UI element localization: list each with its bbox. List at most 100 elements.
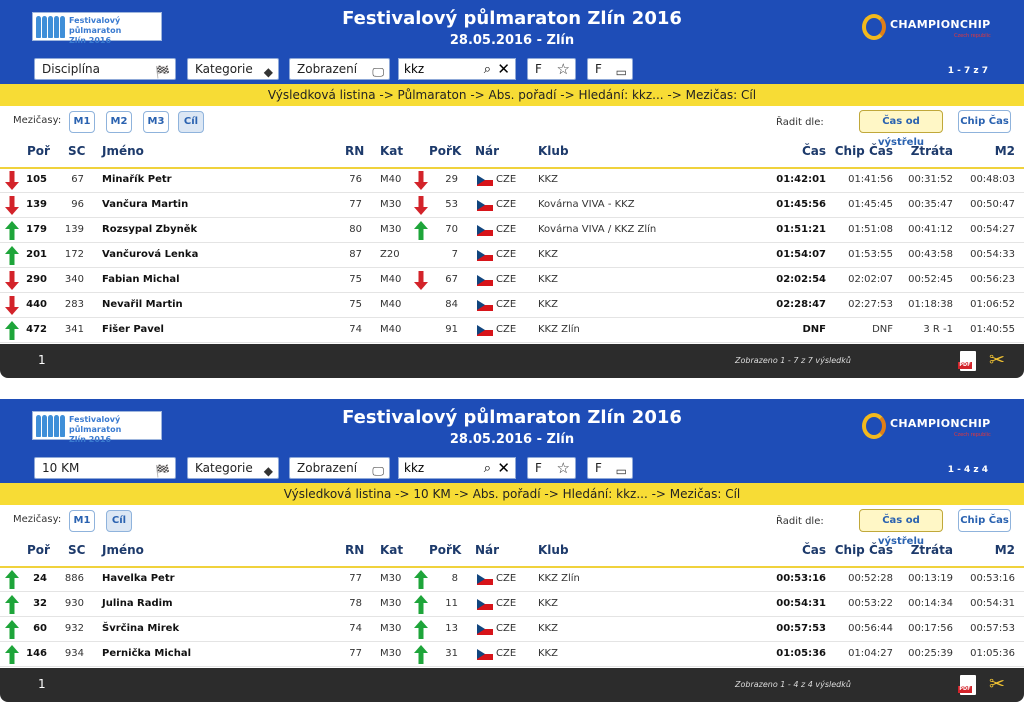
clear-icon[interactable]: ✕ [497,59,510,79]
championchip-logo[interactable]: CHAMPIONCHIP Czech republic [862,14,992,44]
col-header-split[interactable]: M2 [995,543,1015,557]
arrow-down-icon [5,296,19,315]
window-filter-button[interactable]: F ▭ [587,457,633,479]
category-rank: 29 [445,174,458,185]
runner-name[interactable]: Fišer Pavel [102,324,164,335]
col-header-time[interactable]: Čas [802,543,826,557]
nation: CZE [496,573,517,584]
sort-gun-time-button[interactable]: Čas od výstřelu [859,509,943,547]
col-header-cat[interactable]: Kat [380,144,403,158]
discipline-select[interactable]: Disciplína 🏁 [34,58,176,80]
col-header-sc[interactable]: SC [68,144,85,158]
chip-time: 01:53:55 [848,249,893,260]
col-header-nation[interactable]: Nár [475,144,499,158]
runner-name[interactable]: Nevařil Martin [102,299,183,310]
col-header-nation[interactable]: Nár [475,543,499,557]
chip-time: 00:53:22 [848,598,893,609]
favorites-filter-button[interactable]: F ☆ [527,457,576,479]
start-number: 283 [64,299,84,310]
col-header-club[interactable]: Klub [538,144,569,158]
tools-icon[interactable]: ✂ [989,673,1005,695]
start-number: 930 [64,598,84,609]
runner-name[interactable]: Vančurová Lenka [102,249,198,260]
split-button[interactable]: Cíl [178,111,204,133]
col-header-split[interactable]: M2 [995,144,1015,158]
col-header-cat-rank[interactable]: PořK [429,144,461,158]
category-select[interactable]: Kategorie ◆ [187,58,279,80]
split-button[interactable]: M1 [69,510,95,532]
pdf-icon[interactable]: PDF [958,351,976,371]
table-row[interactable]: 201 172 Vančurová Lenka 87 Z20 7 CZE KKZ… [0,243,1024,268]
table-row[interactable]: 24 886 Havelka Petr 77 M30 8 CZE KKZ Zlí… [0,567,1024,592]
display-select[interactable]: Zobrazení 🖵 [289,457,390,479]
time-loss: 00:17:56 [908,623,953,634]
table-row[interactable]: 440 283 Nevařil Martin 75 M40 84 CZE KKZ… [0,293,1024,318]
display-select[interactable]: Zobrazení 🖵 [289,58,390,80]
table-row[interactable]: 139 96 Vančura Martin 77 M30 53 CZE Ková… [0,193,1024,218]
search-input[interactable]: kkz [404,461,424,475]
time-loss: 00:52:45 [908,274,953,285]
runner-name[interactable]: Švrčina Mirek [102,623,179,634]
sort-chip-time-button[interactable]: Chip Čas [958,509,1011,532]
col-header-cat-rank[interactable]: PořK [429,543,461,557]
clear-icon[interactable]: ✕ [497,458,510,478]
search-box[interactable]: kkz ⌕ ✕ [398,58,516,80]
tools-icon[interactable]: ✂ [989,349,1005,371]
pdf-icon[interactable]: PDF [958,675,976,695]
table-row[interactable]: 146 934 Pernička Michal 77 M30 31 CZE KK… [0,642,1024,667]
col-header-rank[interactable]: Poř [27,144,50,158]
split-button[interactable]: M2 [106,111,132,133]
table-row[interactable]: 290 340 Fabian Michal 75 M40 67 CZE KKZ … [0,268,1024,293]
favorites-filter-button[interactable]: F ☆ [527,58,576,80]
runner-name[interactable]: Julina Radim [102,598,173,609]
col-header-name[interactable]: Jméno [102,543,144,557]
split-button[interactable]: M3 [143,111,169,133]
layers-icon: ◆ [263,464,273,478]
split-button[interactable]: Cíl [106,510,132,532]
table-row[interactable]: 472 341 Fišer Pavel 74 M40 91 CZE KKZ Zl… [0,318,1024,343]
runner-name[interactable]: Havelka Petr [102,573,175,584]
time: 01:42:01 [776,174,826,185]
search-icon[interactable]: ⌕ [484,60,491,80]
col-header-cat[interactable]: Kat [380,543,403,557]
search-icon[interactable]: ⌕ [484,459,491,479]
runner-name[interactable]: Pernička Michal [102,648,191,659]
runner-name[interactable]: Rozsypal Zbyněk [102,224,197,235]
page-number[interactable]: 1 [38,677,46,691]
monitor-icon: 🖵 [372,464,384,478]
runner-name[interactable]: Fabian Michal [102,274,180,285]
sort-chip-time-button[interactable]: Chip Čas [958,110,1011,133]
col-header-rn[interactable]: RN [345,144,364,158]
table-row[interactable]: 179 139 Rozsypal Zbyněk 80 M30 70 CZE Ko… [0,218,1024,243]
col-header-loss[interactable]: Ztráta [911,144,953,158]
discipline-select[interactable]: 10 KM 🏁 [34,457,176,479]
search-input[interactable]: kkz [404,62,424,76]
sort-gun-time-button[interactable]: Čas od výstřelu [859,110,943,148]
page-number[interactable]: 1 [38,353,46,367]
category-rank: 7 [451,249,458,260]
col-header-rn[interactable]: RN [345,543,364,557]
category-select[interactable]: Kategorie ◆ [187,457,279,479]
col-header-loss[interactable]: Ztráta [911,543,953,557]
split-button[interactable]: M1 [69,111,95,133]
table-row[interactable]: 60 932 Švrčina Mirek 74 M30 13 CZE KKZ 0… [0,617,1024,642]
birth-year: 76 [349,174,362,185]
col-header-name[interactable]: Jméno [102,144,144,158]
col-header-chip-time[interactable]: Chip Čas [835,144,893,158]
table-row[interactable]: 32 930 Julina Radim 78 M30 11 CZE KKZ 00… [0,592,1024,617]
rank: 440 [26,299,47,310]
category: M40 [380,174,402,185]
col-header-time[interactable]: Čas [802,144,826,158]
col-header-sc[interactable]: SC [68,543,85,557]
championchip-logo[interactable]: CHAMPIONCHIP Czech republic [862,413,992,443]
col-header-rank[interactable]: Poř [27,543,50,557]
table-row[interactable]: 105 67 Minařík Petr 76 M40 29 CZE KKZ 01… [0,168,1024,193]
col-header-chip-time[interactable]: Chip Čas [835,543,893,557]
search-box[interactable]: kkz ⌕ ✕ [398,457,516,479]
window-filter-button[interactable]: F ▭ [587,58,633,80]
category-rank: 91 [445,324,458,335]
runner-name[interactable]: Minařík Petr [102,174,172,185]
czech-flag-icon [477,624,493,635]
runner-name[interactable]: Vančura Martin [102,199,188,210]
col-header-club[interactable]: Klub [538,543,569,557]
